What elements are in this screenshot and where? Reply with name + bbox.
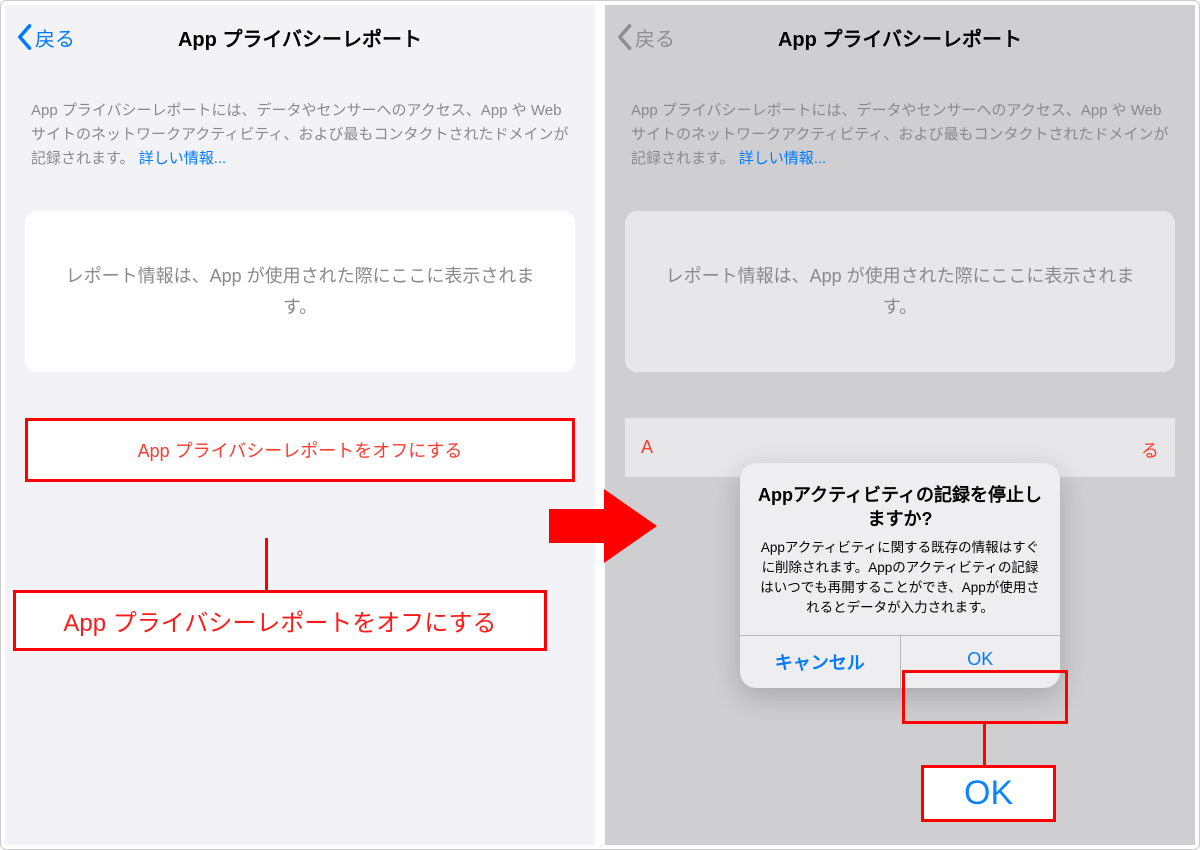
back-label: 戻る [35, 23, 75, 52]
alert-cancel-button[interactable]: キャンセル [740, 636, 901, 688]
right-screen: 戻る App プライバシーレポート App プライバシーレポートには、データやセ… [605, 5, 1195, 845]
navbar: 戻る App プライバシーレポート [5, 5, 595, 69]
alert-message: Appアクティビティに関する既存の情報はすぐに削除されます。Appのアクティビテ… [758, 538, 1042, 619]
alert-body: Appアクティビティの記録を停止しますか? Appアクティビティに関する既存の情… [740, 463, 1060, 635]
annotation-connector [265, 538, 268, 592]
page-title: App プライバシーレポート [178, 23, 422, 52]
off-button-fragment-right: る [1141, 437, 1159, 463]
confirm-alert: Appアクティビティの記録を停止しますか? Appアクティビティに関する既存の情… [740, 463, 1060, 688]
off-button-fragment-left: A [641, 437, 653, 458]
annotation-callout-text: App プライバシーレポートをオフにする [63, 610, 496, 637]
description-text: App プライバシーレポートには、データやセンサーへのアクセス、App や We… [605, 69, 1195, 171]
annotation-connector-ok [983, 724, 986, 766]
learn-more-link[interactable]: 詳しい情報... [139, 150, 227, 167]
back-button[interactable]: 戻る [615, 23, 675, 52]
navbar: 戻る App プライバシーレポート [605, 5, 1195, 69]
alert-cancel-label: キャンセル [775, 653, 865, 673]
turn-off-button[interactable]: App プライバシーレポートをオフにする [25, 418, 575, 482]
report-placeholder-text: レポート情報は、App が使用された際にここに表示されます。 [66, 266, 535, 317]
chevron-left-icon [15, 23, 33, 51]
alert-ok-label: OK [967, 649, 993, 669]
report-placeholder-card: レポート情報は、App が使用された際にここに表示されます。 [25, 211, 575, 372]
alert-title: Appアクティビティの記録を停止しますか? [758, 483, 1042, 532]
report-placeholder-card: レポート情報は、App が使用された際にここに表示されます。 [625, 211, 1175, 372]
alert-button-row: キャンセル OK [740, 635, 1060, 688]
annotation-callout-turn-off: App プライバシーレポートをオフにする [13, 590, 547, 651]
report-placeholder-text: レポート情報は、App が使用された際にここに表示されます。 [666, 266, 1135, 317]
annotation-callout-ok-text: OK [964, 774, 1013, 812]
description-body: App プライバシーレポートには、データやセンサーへのアクセス、App や We… [631, 102, 1168, 167]
turn-off-button-label: App プライバシーレポートをオフにする [138, 441, 463, 461]
page-title: App プライバシーレポート [778, 23, 1022, 52]
chevron-left-icon [615, 23, 633, 51]
back-label: 戻る [635, 23, 675, 52]
description-body: App プライバシーレポートには、データやセンサーへのアクセス、App や We… [31, 102, 568, 167]
learn-more-link[interactable]: 詳しい情報... [739, 150, 827, 167]
description-text: App プライバシーレポートには、データやセンサーへのアクセス、App や We… [5, 69, 595, 171]
alert-ok-button[interactable]: OK [901, 636, 1061, 688]
back-button[interactable]: 戻る [15, 23, 75, 52]
annotation-callout-ok: OK [921, 765, 1056, 822]
left-screen: 戻る App プライバシーレポート App プライバシーレポートには、データやセ… [5, 5, 595, 845]
